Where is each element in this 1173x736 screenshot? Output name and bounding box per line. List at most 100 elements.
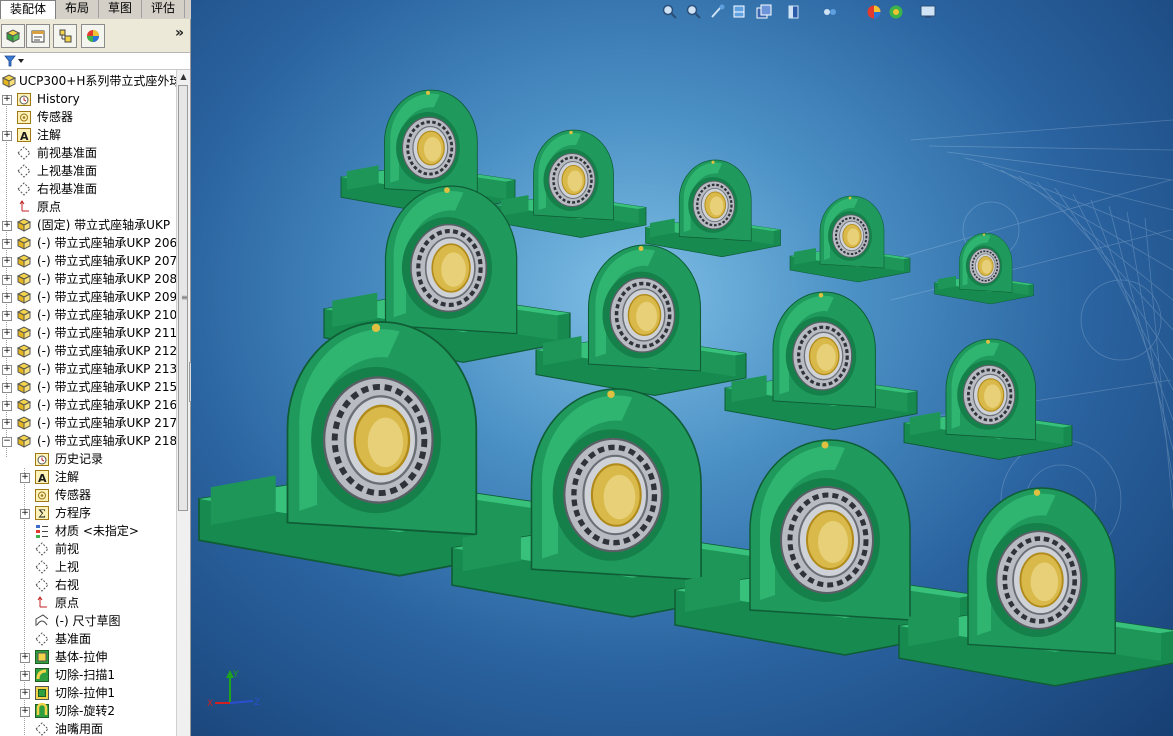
tree-item-child-14[interactable]: + 切除-旋转2	[0, 702, 176, 720]
tab-1[interactable]: 布局	[56, 0, 100, 18]
tree-item-label: History	[37, 92, 80, 106]
tree-item-child-3[interactable]: + Σ 方程序	[0, 504, 176, 522]
tree-item-child-6[interactable]: 上视	[0, 558, 176, 576]
hide-show-icon[interactable]	[821, 3, 839, 21]
tree-item-label: (-) 带立式座轴承UKP 208	[37, 272, 176, 286]
expand-node-icon[interactable]: +	[2, 347, 12, 357]
tree-item-top-7[interactable]: + (固定) 带立式座轴承UKP	[0, 216, 176, 234]
tab-2[interactable]: 草图	[99, 0, 143, 18]
tree-item-top-0[interactable]: + History	[0, 90, 176, 108]
expand-node-icon[interactable]: +	[20, 707, 30, 717]
tree-item-label: (-) 带立式座轴承UKP 216	[37, 398, 176, 412]
graphics-viewport[interactable]: Y Z X	[191, 0, 1173, 736]
tab-0[interactable]: 装配体	[0, 0, 57, 20]
zoom-to-fit-icon[interactable]	[661, 3, 679, 21]
tree-item-child-11[interactable]: + 基体-拉伸	[0, 648, 176, 666]
tree-item-top-1[interactable]: 传感器	[0, 108, 176, 126]
scroll-up-arrow[interactable]: ▲	[177, 70, 190, 84]
tree-item-top-6[interactable]: 原点	[0, 198, 176, 216]
plane-icon	[35, 560, 49, 574]
tree-root-assembly[interactable]: UCP300+H系列带立式座外球	[0, 72, 176, 90]
tree-item-child-0[interactable]: 历史记录	[0, 450, 176, 468]
tree-item-child-12[interactable]: + 切除-扫描1	[0, 666, 176, 684]
expand-node-icon[interactable]: +	[2, 257, 12, 267]
plane-icon	[35, 542, 49, 556]
zoom-to-area-icon[interactable]	[685, 3, 703, 21]
tree-item-label: 注解	[37, 128, 62, 142]
expand-node-icon[interactable]: +	[2, 329, 12, 339]
tree-item-top-9[interactable]: + (-) 带立式座轴承UKP 207	[0, 252, 176, 270]
tree-item-top-8[interactable]: + (-) 带立式座轴承UKP 206	[0, 234, 176, 252]
assembly-scene	[198, 89, 1173, 687]
tree-item-top-15[interactable]: + (-) 带立式座轴承UKP 213	[0, 360, 176, 378]
expand-panel-button[interactable]: »	[175, 25, 184, 41]
configuration-manager-tab[interactable]	[53, 24, 77, 48]
tree-item-child-13[interactable]: + 切除-拉伸1	[0, 684, 176, 702]
tree-item-child-7[interactable]: 右视	[0, 576, 176, 594]
expand-node-icon[interactable]: +	[20, 509, 30, 519]
expand-node-icon[interactable]: +	[20, 653, 30, 663]
tree-item-child-8[interactable]: 原点	[0, 594, 176, 612]
edit-appearance-icon[interactable]	[865, 3, 883, 21]
tree-item-top-13[interactable]: + (-) 带立式座轴承UKP 211	[0, 324, 176, 342]
expand-node-icon[interactable]: +	[2, 221, 12, 231]
tree-item-child-2[interactable]: 传感器	[0, 486, 176, 504]
filter-icon[interactable]	[4, 55, 28, 67]
tree-item-top-10[interactable]: + (-) 带立式座轴承UKP 208	[0, 270, 176, 288]
tree-item-child-5[interactable]: 前视	[0, 540, 176, 558]
expand-node-icon[interactable]: +	[2, 95, 12, 105]
tree-scrollbar[interactable]: ▲ ≡	[176, 70, 190, 736]
y-axis-label: Y	[232, 670, 239, 680]
expand-node-icon[interactable]: +	[20, 671, 30, 681]
tree-item-label: 上视基准面	[37, 164, 98, 178]
expand-node-icon[interactable]: +	[2, 401, 12, 411]
tree-item-label: 传感器	[55, 488, 92, 502]
tree-item-child-10[interactable]: 基准面	[0, 630, 176, 648]
feature-manager-tab[interactable]	[1, 24, 25, 48]
expand-node-icon[interactable]: +	[20, 689, 30, 699]
expand-node-icon[interactable]: +	[20, 473, 30, 483]
tree-item-top-18[interactable]: + (-) 带立式座轴承UKP 217	[0, 414, 176, 432]
collapse-node-icon[interactable]: −	[2, 437, 12, 447]
expand-node-icon[interactable]: +	[2, 239, 12, 249]
tree-item-label: (-) 尺寸草图	[55, 614, 121, 628]
tree-item-top-5[interactable]: 右视基准面	[0, 180, 176, 198]
property-manager-tab[interactable]	[26, 24, 50, 48]
section-view-icon[interactable]	[731, 3, 749, 21]
expand-node-icon[interactable]: +	[2, 293, 12, 303]
extrude-cut-icon	[35, 686, 49, 700]
apply-scene-icon[interactable]	[887, 3, 905, 21]
pillow-block-bearing	[898, 487, 1173, 687]
expand-node-icon[interactable]: +	[2, 275, 12, 285]
expand-node-icon[interactable]: +	[2, 383, 12, 393]
tree-item-top-16[interactable]: + (-) 带立式座轴承UKP 215	[0, 378, 176, 396]
tree-item-top-17[interactable]: + (-) 带立式座轴承UKP 216	[0, 396, 176, 414]
tree-item-top-4[interactable]: 上视基准面	[0, 162, 176, 180]
expand-node-icon[interactable]: +	[2, 311, 12, 321]
tree-item-label: (-) 带立式座轴承UKP 209	[37, 290, 176, 304]
tree-item-child-1[interactable]: + A 注解	[0, 468, 176, 486]
assembly-name: UCP300+H系列带立式座外球	[19, 74, 176, 88]
view-orientation-icon[interactable]	[755, 3, 773, 21]
scroll-thumb[interactable]: ≡	[178, 85, 188, 511]
tree-item-top-14[interactable]: + (-) 带立式座轴承UKP 212	[0, 342, 176, 360]
display-manager-tab[interactable]	[81, 24, 105, 48]
display-style-icon[interactable]	[785, 3, 803, 21]
expand-node-icon[interactable]: +	[2, 365, 12, 375]
tree-item-child-15[interactable]: 油嘴用面	[0, 720, 176, 736]
expand-node-icon[interactable]: +	[2, 419, 12, 429]
pillow-block-bearing	[789, 195, 911, 283]
tree-item-child-4[interactable]: 材质 <未指定>	[0, 522, 176, 540]
part-icon	[16, 236, 32, 250]
tree-item-top-12[interactable]: + (-) 带立式座轴承UKP 210	[0, 306, 176, 324]
tree-item-label: 前视	[55, 542, 80, 556]
tree-item-top-3[interactable]: 前视基准面	[0, 144, 176, 162]
expand-node-icon[interactable]: +	[2, 131, 12, 141]
view-settings-icon[interactable]	[919, 3, 937, 21]
previous-view-icon[interactable]	[709, 3, 727, 21]
tab-3[interactable]: 评估	[142, 0, 186, 18]
tree-item-child-9[interactable]: (-) 尺寸草图	[0, 612, 176, 630]
tree-item-top-2[interactable]: + A 注解	[0, 126, 176, 144]
tree-item-top-19[interactable]: − (-) 带立式座轴承UKP 218	[0, 432, 176, 450]
tree-item-top-11[interactable]: + (-) 带立式座轴承UKP 209	[0, 288, 176, 306]
